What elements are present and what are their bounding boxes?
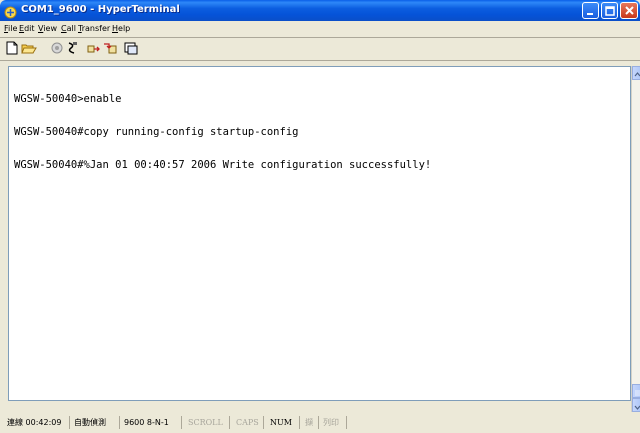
- chevron-down-icon: [634, 405, 640, 410]
- menu-call[interactable]: Call: [61, 24, 76, 34]
- status-bar: 連線 00:42:09 自動偵測 9600 8-N-1 SCROLL CAPS …: [0, 413, 640, 433]
- send-icon[interactable]: [87, 40, 101, 54]
- new-document-icon[interactable]: [5, 40, 19, 55]
- toolbar: [0, 38, 640, 58]
- menu-transfer[interactable]: Transfer: [78, 24, 110, 34]
- status-print-echo: 列印: [321, 416, 347, 429]
- title-bar[interactable]: COM1_9600 - HyperTerminal: [0, 0, 640, 21]
- terminal-line: WGSW-50040>enable: [14, 93, 122, 105]
- receive-icon[interactable]: [103, 40, 117, 54]
- status-auto-detect: 自動偵測: [72, 416, 120, 429]
- menu-bar: File Edit View Call Transfer Help: [0, 21, 640, 37]
- scroll-down-button[interactable]: [632, 398, 640, 412]
- open-folder-icon[interactable]: [21, 40, 37, 54]
- minimize-button[interactable]: [582, 2, 599, 19]
- close-icon: [625, 6, 634, 15]
- terminal-output: WGSW-50040>enable WGSW-50040#copy runnin…: [14, 72, 619, 392]
- status-empty-panel: [350, 416, 632, 429]
- maximize-button[interactable]: [601, 2, 618, 19]
- status-num-lock: NUM: [268, 416, 300, 429]
- scroll-thumb[interactable]: [632, 384, 640, 398]
- terminal-line: WGSW-50040#%Jan 01 00:40:57 2006 Write c…: [14, 159, 432, 171]
- scroll-up-button[interactable]: [632, 66, 640, 80]
- hyperterminal-app-icon[interactable]: [4, 4, 17, 19]
- vertical-scrollbar[interactable]: [631, 66, 640, 412]
- hyperterminal-window: COM1_9600 - HyperTerminal File Edit View…: [0, 0, 640, 433]
- menu-help[interactable]: Help: [112, 24, 130, 34]
- menu-view[interactable]: View: [38, 24, 57, 34]
- window-title: COM1_9600 - HyperTerminal: [21, 4, 180, 15]
- status-caps-lock: CAPS: [234, 416, 264, 429]
- status-connected-time: 連線 00:42:09: [5, 416, 70, 429]
- toolbar-divider: [0, 60, 640, 61]
- chevron-up-icon: [634, 72, 640, 77]
- minimize-icon: [587, 13, 593, 15]
- status-capture: 擷: [303, 416, 319, 429]
- properties-icon[interactable]: [124, 40, 138, 55]
- status-port-settings: 9600 8-N-1: [122, 416, 182, 429]
- disconnect-icon[interactable]: [65, 40, 79, 54]
- close-button[interactable]: [620, 2, 638, 19]
- menu-edit[interactable]: Edit: [19, 24, 35, 34]
- maximize-icon: [605, 6, 615, 16]
- call-icon[interactable]: [50, 40, 64, 54]
- menu-file[interactable]: File: [4, 24, 17, 34]
- terminal-line: WGSW-50040#copy running-config startup-c…: [14, 126, 299, 138]
- status-scroll-lock: SCROLL: [186, 416, 230, 429]
